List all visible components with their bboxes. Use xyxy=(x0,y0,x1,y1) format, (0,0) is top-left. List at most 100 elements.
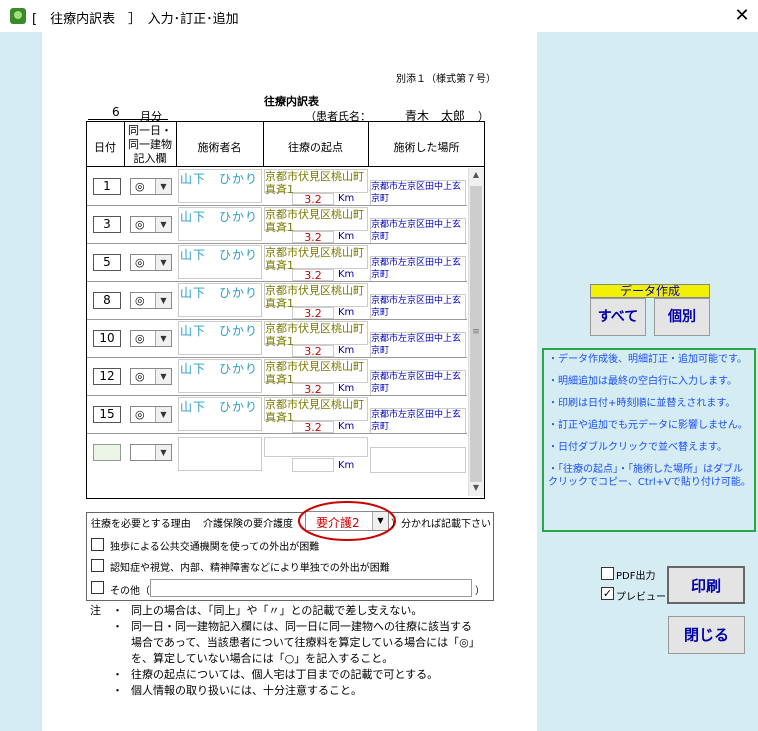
practitioner-name: 山下 ひかり xyxy=(180,400,259,414)
data-create-banner: データ作成 xyxy=(590,284,710,298)
same-building-combo[interactable]: ◎ ▼ xyxy=(130,368,172,385)
place-cell[interactable]: 京都市左京区田中上玄京町 xyxy=(370,408,466,434)
close-button[interactable]: 閉じる xyxy=(668,616,745,654)
chevron-down-icon[interactable]: ▼ xyxy=(155,331,171,346)
chevron-down-icon[interactable]: ▼ xyxy=(155,369,171,384)
same-building-combo[interactable]: ◎ ▼ xyxy=(130,254,172,271)
start-point-cell[interactable]: 京都市伏見区桃山町 真斉1 xyxy=(264,169,368,196)
place-cell[interactable]: 京都市左京区田中上玄京町 xyxy=(370,370,466,396)
window-title: [ 往療内訳表 ］ 入力･訂正･追加 xyxy=(32,12,239,27)
practitioner-cell[interactable]: 山下 ひかり xyxy=(178,245,262,279)
day-input[interactable]: 15 xyxy=(93,406,121,423)
create-all-button[interactable]: すべて xyxy=(590,298,646,336)
start-point-cell[interactable]: 京都市伏見区桃山町 真斉1 xyxy=(264,283,368,310)
preview-checkbox[interactable]: ✓ xyxy=(601,587,614,600)
header-start-point: 往療の起点 xyxy=(288,141,343,154)
day-input[interactable]: 10 xyxy=(93,330,121,347)
empty-place-cell[interactable] xyxy=(370,447,466,473)
same-building-mark: ◎ xyxy=(135,408,145,421)
chevron-down-icon[interactable]: ▼ xyxy=(155,293,171,308)
pdf-output-checkbox[interactable] xyxy=(601,567,614,580)
place-cell[interactable]: 京都市左京区田中上玄京町 xyxy=(370,294,466,320)
reason-checkbox-2[interactable] xyxy=(91,559,104,572)
chevron-down-icon[interactable]: ▼ xyxy=(155,407,171,422)
practitioner-cell[interactable]: 山下 ひかり xyxy=(178,169,262,203)
practitioner-name: 山下 ひかり xyxy=(180,172,259,186)
info-line: ・訂正や追加でも元データに影響しません。 xyxy=(548,420,748,431)
day-input[interactable]: 1 xyxy=(93,178,121,195)
reason-other-input[interactable] xyxy=(150,579,472,597)
same-building-combo[interactable]: ◎ ▼ xyxy=(130,216,172,233)
practitioner-cell[interactable]: 山下 ひかり xyxy=(178,397,262,431)
print-button[interactable]: 印刷 xyxy=(667,566,745,604)
header-same-building: 同一日・ 同一建物 記入欄 xyxy=(124,124,176,166)
month-value: 6 xyxy=(112,105,120,119)
scroll-down-arrow[interactable]: ▼ xyxy=(468,483,484,497)
distance-input[interactable]: 3.2 xyxy=(292,307,334,319)
place-cell[interactable]: 京都市左京区田中上玄京町 xyxy=(370,180,466,206)
empty-km-cell[interactable] xyxy=(292,458,334,472)
practitioner-name: 山下 ひかり xyxy=(180,210,259,224)
practitioner-cell[interactable]: 山下 ひかり xyxy=(178,359,262,393)
empty-name-cell[interactable] xyxy=(178,437,262,471)
care-level-suffix: ）分かれば記載下さい xyxy=(391,519,491,530)
notes-heading: 注 xyxy=(90,604,101,617)
close-window-button[interactable]: ✕ xyxy=(728,3,756,29)
place-cell[interactable]: 京都市左京区田中上玄京町 xyxy=(370,218,466,244)
practitioner-cell[interactable]: 山下 ひかり xyxy=(178,321,262,355)
chevron-down-icon[interactable]: ▼ xyxy=(155,179,171,194)
empty-mark-combo[interactable]: ▼ xyxy=(130,444,172,461)
place-cell[interactable]: 京都市左京区田中上玄京町 xyxy=(370,332,466,358)
info-line: ・明細追加は最終の空白行に入力します。 xyxy=(548,376,737,387)
empty-day-input[interactable] xyxy=(93,444,121,461)
km-unit: Km xyxy=(338,421,355,432)
header-day: 日付 xyxy=(94,141,116,154)
start-point-cell[interactable]: 京都市伏見区桃山町 真斉1 xyxy=(264,207,368,234)
header-same-building-line: 記入欄 xyxy=(133,152,167,165)
pdf-output-label: PDF出力 xyxy=(616,571,656,582)
same-building-combo[interactable]: ◎ ▼ xyxy=(130,406,172,423)
reason-other-label: その他（ xyxy=(110,586,150,597)
start-point-cell[interactable]: 京都市伏見区桃山町 真斉1 xyxy=(264,359,368,386)
km-unit: Km xyxy=(338,383,355,394)
scroll-grip: ≡ xyxy=(472,327,480,337)
create-individual-button[interactable]: 個別 xyxy=(654,298,710,336)
km-unit: Km xyxy=(338,193,355,204)
day-input[interactable]: 8 xyxy=(93,292,121,309)
info-line: ・印刷は日付+時刻順に並替えされます。 xyxy=(548,398,736,409)
care-level-highlight-circle xyxy=(298,501,396,541)
row-divider xyxy=(87,319,467,320)
scroll-up-arrow[interactable]: ▲ xyxy=(468,170,484,184)
info-box: ・データ作成後、明細訂正・追加可能です。 ・明細追加は最終の空白行に入力します。… xyxy=(542,348,756,532)
practitioner-cell[interactable]: 山下 ひかり xyxy=(178,283,262,317)
chevron-down-icon: ▼ xyxy=(155,445,171,460)
start-point-cell[interactable]: 京都市伏見区桃山町 真斉1 xyxy=(264,245,368,272)
reason-checkbox-1[interactable] xyxy=(91,538,104,551)
note-1: 同上の場合は、「同上」や「〃」との記載で差し支えない。 xyxy=(131,604,423,617)
empty-start-cell[interactable] xyxy=(264,437,368,457)
same-building-mark: ◎ xyxy=(135,294,145,307)
same-building-combo[interactable]: ◎ ▼ xyxy=(130,292,172,309)
day-input[interactable]: 12 xyxy=(93,368,121,385)
place-cell[interactable]: 京都市左京区田中上玄京町 xyxy=(370,256,466,282)
day-input[interactable]: 3 xyxy=(93,216,121,233)
start-point-cell[interactable]: 京都市伏見区桃山町 真斉1 xyxy=(264,397,368,424)
same-building-mark: ◎ xyxy=(135,256,145,269)
distance-input[interactable]: 3.2 xyxy=(292,231,334,243)
distance-input[interactable]: 3.2 xyxy=(292,193,334,205)
distance-input[interactable]: 3.2 xyxy=(292,383,334,395)
reason-label: 往療を必要とする理由 xyxy=(91,519,191,530)
chevron-down-icon[interactable]: ▼ xyxy=(155,217,171,232)
distance-input[interactable]: 3.2 xyxy=(292,421,334,433)
same-building-combo[interactable]: ◎ ▼ xyxy=(130,178,172,195)
same-building-combo[interactable]: ◎ ▼ xyxy=(130,330,172,347)
distance-input[interactable]: 3.2 xyxy=(292,269,334,281)
chevron-down-icon[interactable]: ▼ xyxy=(155,255,171,270)
distance-input[interactable]: 3.2 xyxy=(292,345,334,357)
start-point-line1: 京都市伏見区桃山町 xyxy=(265,208,364,221)
start-point-cell[interactable]: 京都市伏見区桃山町 真斉1 xyxy=(264,321,368,348)
reason-checkbox-3[interactable] xyxy=(91,581,104,594)
day-input[interactable]: 5 xyxy=(93,254,121,271)
practitioner-cell[interactable]: 山下 ひかり xyxy=(178,207,262,241)
row-divider xyxy=(87,243,467,244)
